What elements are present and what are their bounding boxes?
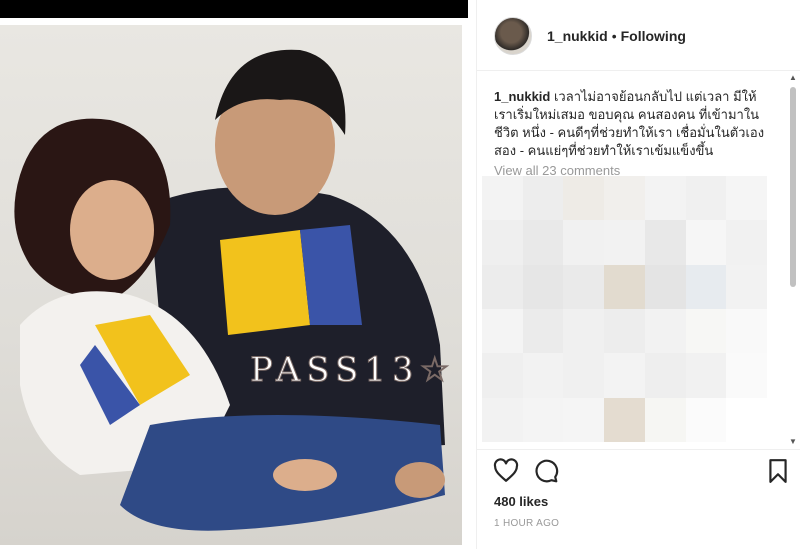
avatar[interactable] — [494, 17, 532, 55]
comments-scrollbar[interactable]: ▲ ▼ — [788, 73, 798, 447]
heart-icon[interactable] — [493, 458, 519, 484]
post-timestamp[interactable]: 1 HOUR AGO — [494, 518, 559, 529]
separator-dot: • — [611, 28, 617, 44]
comment-bubble-icon[interactable] — [533, 458, 559, 484]
photo-watermark: PASS13☆ — [249, 350, 457, 391]
scroll-down-arrow-icon[interactable]: ▼ — [788, 437, 798, 447]
username-link[interactable]: 1_nukkid — [547, 28, 608, 44]
post-header: 1_nukkid • Following — [477, 10, 800, 62]
scroll-up-arrow-icon[interactable]: ▲ — [788, 73, 798, 83]
photo-illustration — [14, 49, 445, 531]
comments-area: 1_nukkid เวลาไม่อาจย้อนกลับไป แต่เวลา มี… — [477, 71, 800, 449]
post-photo[interactable]: PASS13☆ — [0, 25, 462, 545]
post-caption: 1_nukkid เวลาไม่อาจย้อนกลับไป แต่เวลา มี… — [494, 88, 774, 160]
bookmark-icon[interactable] — [765, 458, 791, 484]
like-count[interactable]: 480 likes — [494, 494, 548, 509]
actions-divider — [477, 449, 800, 450]
caption-username-link[interactable]: 1_nukkid — [494, 89, 550, 104]
post-side-panel: 1_nukkid • Following 1_nukkid เวลาไม่อาจ… — [476, 0, 800, 549]
following-button[interactable]: Following — [621, 28, 686, 44]
scroll-thumb[interactable] — [790, 87, 796, 287]
blurred-comments — [482, 176, 767, 442]
post-actions — [493, 458, 791, 486]
top-black-bar — [0, 0, 468, 18]
